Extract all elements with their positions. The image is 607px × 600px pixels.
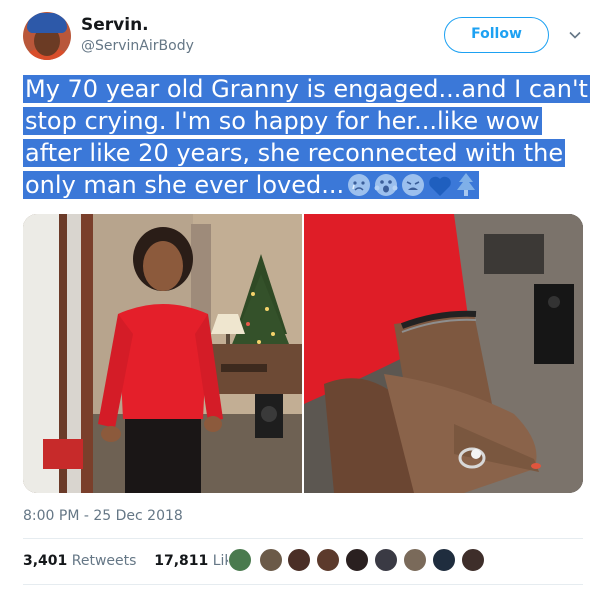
christmas-tree-icon: [457, 173, 476, 196]
retweets-count: 3,401: [23, 553, 68, 569]
tweet-card: Servin. @ServinAirBody Follow My 70 year…: [0, 0, 607, 600]
retweets-stat[interactable]: 3,401 Retweets: [23, 553, 136, 569]
liker-avatar[interactable]: [228, 548, 252, 572]
liker-avatar[interactable]: [259, 548, 283, 572]
display-name[interactable]: Servin.: [81, 15, 149, 35]
tweet-stats: 3,401 Retweets 17,811 Likes: [23, 553, 248, 569]
crying-face-icon: [348, 174, 371, 196]
photo-engagement-ring-hand[interactable]: [304, 214, 583, 493]
retweets-label: Retweets: [71, 553, 137, 569]
liker-avatar[interactable]: [374, 548, 398, 572]
tweet-timestamp[interactable]: 8:00 PM - 25 Dec 2018: [23, 508, 183, 524]
liker-avatar[interactable]: [432, 548, 456, 572]
weary-face-icon: [402, 174, 425, 196]
liker-avatar[interactable]: [287, 548, 311, 572]
avatar[interactable]: [23, 12, 71, 60]
liker-avatar[interactable]: [403, 548, 427, 572]
liker-avatar[interactable]: [316, 548, 340, 572]
liker-avatar[interactable]: [461, 548, 485, 572]
user-handle[interactable]: @ServinAirBody: [81, 38, 194, 54]
follow-button[interactable]: Follow: [444, 17, 549, 53]
divider: [23, 538, 583, 539]
tweet-text-line: stop crying. I'm so happy for her...like…: [23, 107, 542, 135]
divider: [23, 584, 583, 585]
photo-granny-red-sweater[interactable]: [23, 214, 302, 493]
tweet-text-line: only man she ever loved...: [25, 171, 345, 199]
chevron-down-icon[interactable]: [568, 28, 582, 42]
tweet-text-line: My 70 year old Granny is engaged...and I…: [23, 75, 590, 103]
tweet-text-line: after like 20 years, she reconnected wit…: [23, 139, 566, 167]
face-screaming-in-fear-icon: [374, 174, 398, 196]
liker-avatar[interactable]: [345, 548, 369, 572]
blue-heart-icon: [429, 176, 451, 196]
media-grid: [23, 214, 583, 493]
tweet-text: My 70 year old Granny is engaged...and I…: [23, 73, 598, 201]
likes-count: 17,811: [154, 553, 209, 569]
